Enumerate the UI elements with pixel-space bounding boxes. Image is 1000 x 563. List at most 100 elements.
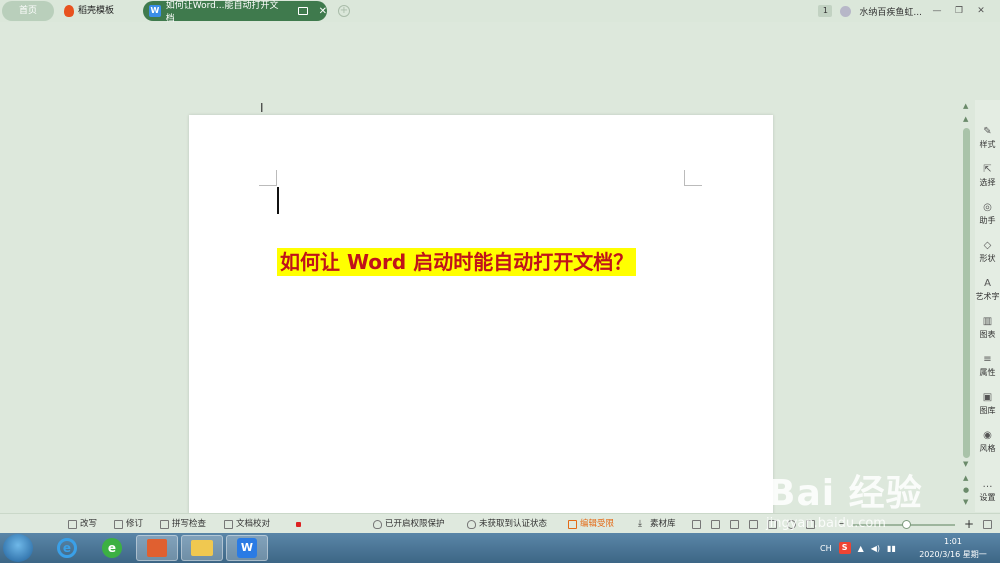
status-bar: 改写 修订 拼写检查 文档校对 已开启权限保护 未获取到认证状态 编辑受限 ⤓ … bbox=[0, 513, 1000, 533]
close-window-button[interactable]: ✕ bbox=[974, 6, 988, 16]
side-item-select[interactable]: ⇱ 选择 bbox=[975, 165, 1000, 188]
system-tray: CH S ▲ ◀) ▮▮ bbox=[820, 533, 896, 563]
record-macro-button[interactable] bbox=[296, 517, 301, 531]
user-avatar-icon[interactable] bbox=[840, 5, 852, 17]
select-browse-icon[interactable]: ● bbox=[963, 486, 969, 494]
side-item-chart[interactable]: ▥ 图表 bbox=[975, 317, 1000, 340]
more-icon: … bbox=[982, 479, 993, 490]
document-headline[interactable]: 如何让 Word 启动时能自动打开文档？ bbox=[277, 248, 637, 276]
shield-icon bbox=[373, 519, 382, 529]
language-indicator[interactable]: CH bbox=[820, 544, 832, 553]
tab-home[interactable]: 首页 bbox=[2, 1, 54, 21]
clock[interactable]: 1:01 2020/3/16 星期一 bbox=[915, 535, 991, 561]
proofread-icon bbox=[224, 519, 233, 529]
globe-icon bbox=[787, 519, 796, 529]
volume-icon[interactable]: ◀) bbox=[871, 544, 880, 553]
tab-templates-label: 稻壳模板 bbox=[78, 6, 115, 16]
read-mode-button[interactable] bbox=[711, 517, 720, 531]
overwrite-icon bbox=[68, 519, 77, 529]
proofread-button[interactable]: 文档校对 bbox=[224, 517, 270, 531]
prev-page-icon[interactable]: ▲ bbox=[963, 474, 968, 482]
restore-button[interactable]: ❐ bbox=[952, 6, 966, 16]
side-panel: ✎ 样式 ⇱ 选择 ◎ 助手 ◇ 形状 A 艺术字 ▥ 图表 ≡ 属性 ▣ 图库… bbox=[975, 100, 1000, 512]
clock-date: 2020/3/16 星期一 bbox=[919, 550, 987, 559]
side-item-shapes[interactable]: ◇ 形状 bbox=[975, 241, 1000, 264]
next-page-icon[interactable]: ▼ bbox=[963, 498, 968, 506]
side-item-label: 属性 bbox=[979, 368, 996, 377]
tab-templates[interactable]: 稻壳模板 bbox=[64, 3, 114, 19]
tab-bar: 首页 稻壳模板 W 如何让Word...能自动打开文档 ✕ + 1 水纳百疾鱼虹… bbox=[0, 0, 1000, 24]
tray-expand-icon[interactable]: ▲ bbox=[858, 544, 864, 553]
write-mode-button[interactable] bbox=[730, 517, 739, 531]
sogou-input-icon[interactable]: S bbox=[838, 542, 851, 554]
permission-protect-button[interactable]: 已开启权限保护 bbox=[373, 517, 445, 531]
text-caret bbox=[277, 187, 279, 214]
margin-marker-top-right bbox=[684, 170, 702, 186]
palette-icon: ◉ bbox=[983, 430, 992, 441]
scroll-up-icon[interactable]: ▲ bbox=[963, 115, 968, 123]
spell-check-icon bbox=[160, 519, 169, 529]
track-changes-icon bbox=[114, 519, 123, 529]
scroll-thumb[interactable] bbox=[963, 128, 970, 458]
certification-status[interactable]: 未获取到认证状态 bbox=[467, 517, 547, 531]
edit-restriction-button[interactable]: 编辑受限 bbox=[568, 517, 614, 531]
scroll-up-icon[interactable]: ▲ bbox=[963, 102, 968, 110]
tab-document-label: 如何让Word...能自动打开文档 bbox=[165, 1, 279, 24]
permission-protect-label: 已开启权限保护 bbox=[385, 519, 445, 529]
tab-document[interactable]: W 如何让Word...能自动打开文档 ✕ bbox=[143, 1, 327, 24]
minimize-button[interactable]: — bbox=[930, 6, 944, 16]
book-icon bbox=[711, 519, 720, 529]
page-icon bbox=[749, 519, 758, 529]
materials-button[interactable]: ⤓ 素材库 bbox=[638, 517, 676, 531]
taskbar-presentation[interactable] bbox=[136, 535, 178, 561]
taskbar-browser[interactable]: e bbox=[91, 535, 133, 561]
zoom-slider-handle[interactable] bbox=[902, 520, 911, 529]
scroll-down-icon[interactable]: ▼ bbox=[963, 460, 968, 468]
chart-icon: ▥ bbox=[982, 316, 993, 327]
side-item-label: 助手 bbox=[979, 216, 996, 225]
fullscreen-button[interactable] bbox=[692, 517, 701, 531]
side-item-properties[interactable]: ≡ 属性 bbox=[975, 355, 1000, 378]
track-changes-toggle[interactable]: 修订 bbox=[114, 517, 143, 531]
zoom-out-button[interactable]: − bbox=[838, 517, 845, 531]
monitor-icon[interactable] bbox=[297, 7, 308, 15]
revise-toggle[interactable]: 改写 bbox=[68, 517, 97, 531]
assistant-icon: ◎ bbox=[983, 202, 992, 213]
proofread-label: 文档校对 bbox=[236, 519, 271, 529]
side-item-theme[interactable]: ◉ 风格 bbox=[975, 431, 1000, 454]
start-button[interactable] bbox=[3, 534, 33, 562]
zoom-in-button[interactable]: + bbox=[964, 517, 974, 531]
wps-writer-icon: W bbox=[237, 538, 257, 558]
side-item-settings[interactable]: … 设置 bbox=[975, 480, 1000, 503]
user-name[interactable]: 水纳百疾鱼虹... bbox=[859, 5, 922, 18]
side-item-label: 风格 bbox=[979, 444, 996, 453]
side-item-style[interactable]: ✎ 样式 bbox=[975, 127, 1000, 150]
spell-check-button[interactable]: 拼写检查 bbox=[160, 517, 206, 531]
fit-page-button[interactable] bbox=[983, 517, 992, 531]
side-item-label: 形状 bbox=[979, 254, 996, 263]
side-item-wordart[interactable]: A 艺术字 bbox=[975, 279, 1000, 302]
side-item-gallery[interactable]: ▣ 图库 bbox=[975, 393, 1000, 416]
fullscreen-icon bbox=[692, 519, 701, 529]
notification-badge[interactable]: 1 bbox=[818, 5, 833, 17]
close-tab-icon[interactable]: ✕ bbox=[319, 6, 327, 17]
pointer-icon: ⇱ bbox=[983, 164, 992, 175]
vertical-scrollbar[interactable]: ▲ ▲ ▼ ▲ ● ▼ bbox=[961, 102, 972, 512]
side-item-assistant[interactable]: ◎ 助手 bbox=[975, 203, 1000, 226]
clock-time: 1:01 bbox=[944, 537, 962, 546]
taskbar-ie[interactable]: e bbox=[46, 535, 88, 561]
document-page[interactable]: 如何让 Word 启动时能自动打开文档？ bbox=[189, 115, 773, 515]
web-view-button[interactable] bbox=[787, 517, 796, 531]
network-icon[interactable]: ▮▮ bbox=[887, 544, 896, 553]
outline-view-button[interactable] bbox=[768, 517, 777, 531]
page-view-button[interactable] bbox=[749, 517, 758, 531]
side-item-label: 样式 bbox=[979, 140, 996, 149]
add-tab-button[interactable]: + bbox=[338, 5, 350, 17]
window-controls: 1 水纳百疾鱼虹... — ❐ ✕ bbox=[818, 3, 1000, 19]
taskbar-explorer[interactable] bbox=[181, 535, 223, 561]
outline-icon bbox=[768, 519, 777, 529]
shield-check-icon bbox=[467, 519, 476, 529]
wordart-icon: A bbox=[984, 278, 991, 289]
eye-protect-button[interactable] bbox=[806, 517, 815, 531]
taskbar-wps[interactable]: W bbox=[226, 535, 268, 561]
